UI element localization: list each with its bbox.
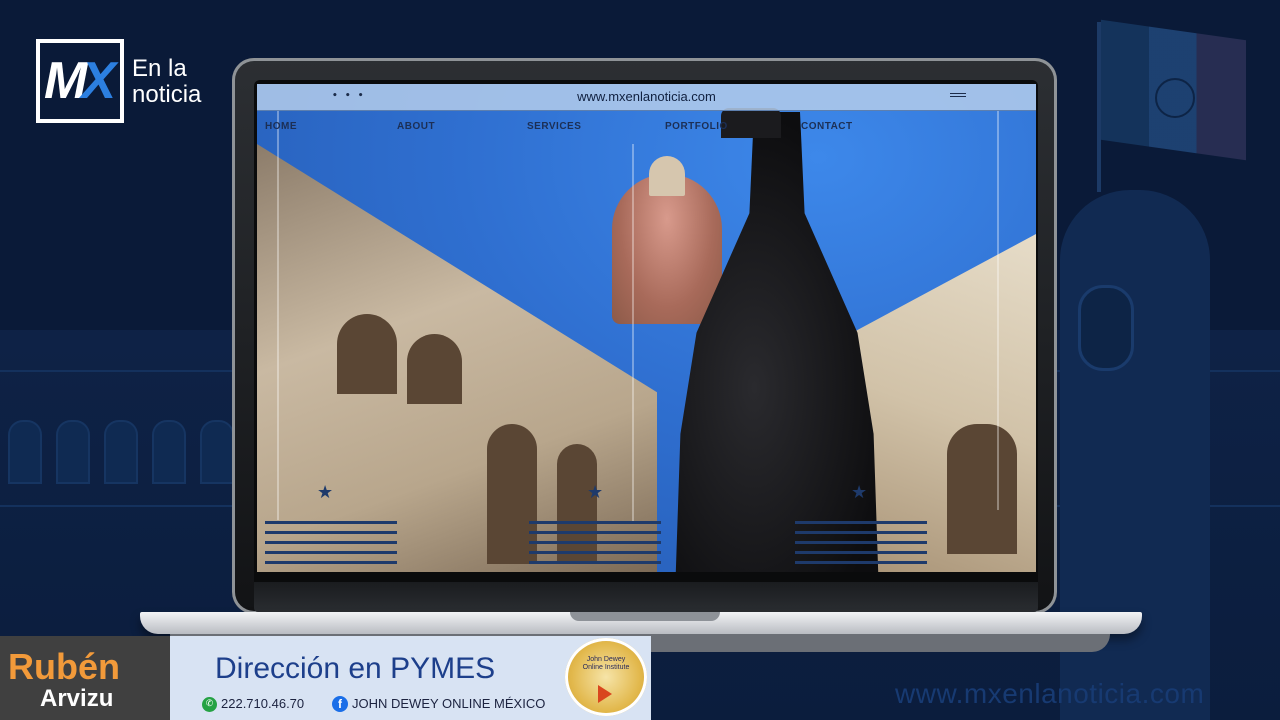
- laptop-chin: [254, 582, 1038, 612]
- program-title: Dirección en PYMES: [215, 652, 496, 685]
- star-icon: ★: [851, 482, 868, 502]
- laptop-notch: [570, 612, 720, 621]
- glass-frame: [632, 144, 634, 524]
- photo-arch: [947, 424, 1017, 554]
- star-icon: ★: [587, 482, 604, 502]
- presenter-first-name: Rubén: [8, 646, 120, 687]
- logo-tagline: En la noticia: [132, 55, 202, 108]
- john-dewey-seal: John Dewey Online Institute: [565, 638, 647, 716]
- website-nav: HOME ABOUT SERVICES PORTFOLIO CONTACT: [257, 120, 1036, 134]
- facebook-page: JOHN DEWEY ONLINE MÉXICO: [352, 696, 546, 711]
- text-placeholder-block: [795, 521, 927, 571]
- background-windows: [8, 420, 234, 484]
- photo-arch: [337, 314, 397, 394]
- photo-arch: [407, 334, 462, 404]
- mx-logo: MX: [36, 39, 124, 123]
- text-placeholder-block: [265, 521, 397, 571]
- glass-frame: [277, 110, 279, 520]
- phone-number: 222.710.46.70: [221, 696, 305, 711]
- photo-dome-lantern: [649, 156, 685, 196]
- glass-frame: [997, 110, 999, 510]
- text-placeholder-block: [529, 521, 661, 571]
- hamburger-icon[interactable]: [950, 93, 966, 99]
- browser-address-bar[interactable]: • • • www.mxenlanoticia.com: [257, 84, 1036, 111]
- nav-services[interactable]: SERVICES: [527, 120, 581, 134]
- nav-home[interactable]: HOME: [265, 120, 297, 134]
- laptop-screen: • • • www.mxenlanoticia.com HOME ABOUT S…: [257, 84, 1036, 572]
- photo-bottle: [675, 112, 879, 572]
- nav-contact[interactable]: CONTACT: [801, 120, 853, 134]
- presenter-last-name: Arvizu: [40, 685, 114, 712]
- whatsapp-icon: ✆: [202, 696, 217, 712]
- hero-photo: [257, 84, 1036, 572]
- facebook-icon: f: [332, 696, 348, 712]
- star-icon: ★: [317, 482, 334, 502]
- background-clock: [1078, 285, 1134, 371]
- photo-dome: [612, 174, 722, 324]
- seal-text: John Dewey Online Institute: [582, 656, 630, 671]
- play-icon: [598, 685, 612, 703]
- logo-mark: MX: [44, 52, 116, 110]
- facebook-contact[interactable]: f JOHN DEWEY ONLINE MÉXICO: [332, 696, 545, 712]
- footer-url: www.mxenlanoticia.com: [895, 678, 1205, 709]
- nav-portfolio[interactable]: PORTFOLIO: [665, 120, 728, 134]
- flag-emblem-icon: [1155, 78, 1195, 118]
- url-text[interactable]: www.mxenlanoticia.com: [257, 89, 1036, 105]
- phone-contact[interactable]: ✆ 222.710.46.70: [202, 696, 304, 712]
- nav-about[interactable]: ABOUT: [397, 120, 435, 134]
